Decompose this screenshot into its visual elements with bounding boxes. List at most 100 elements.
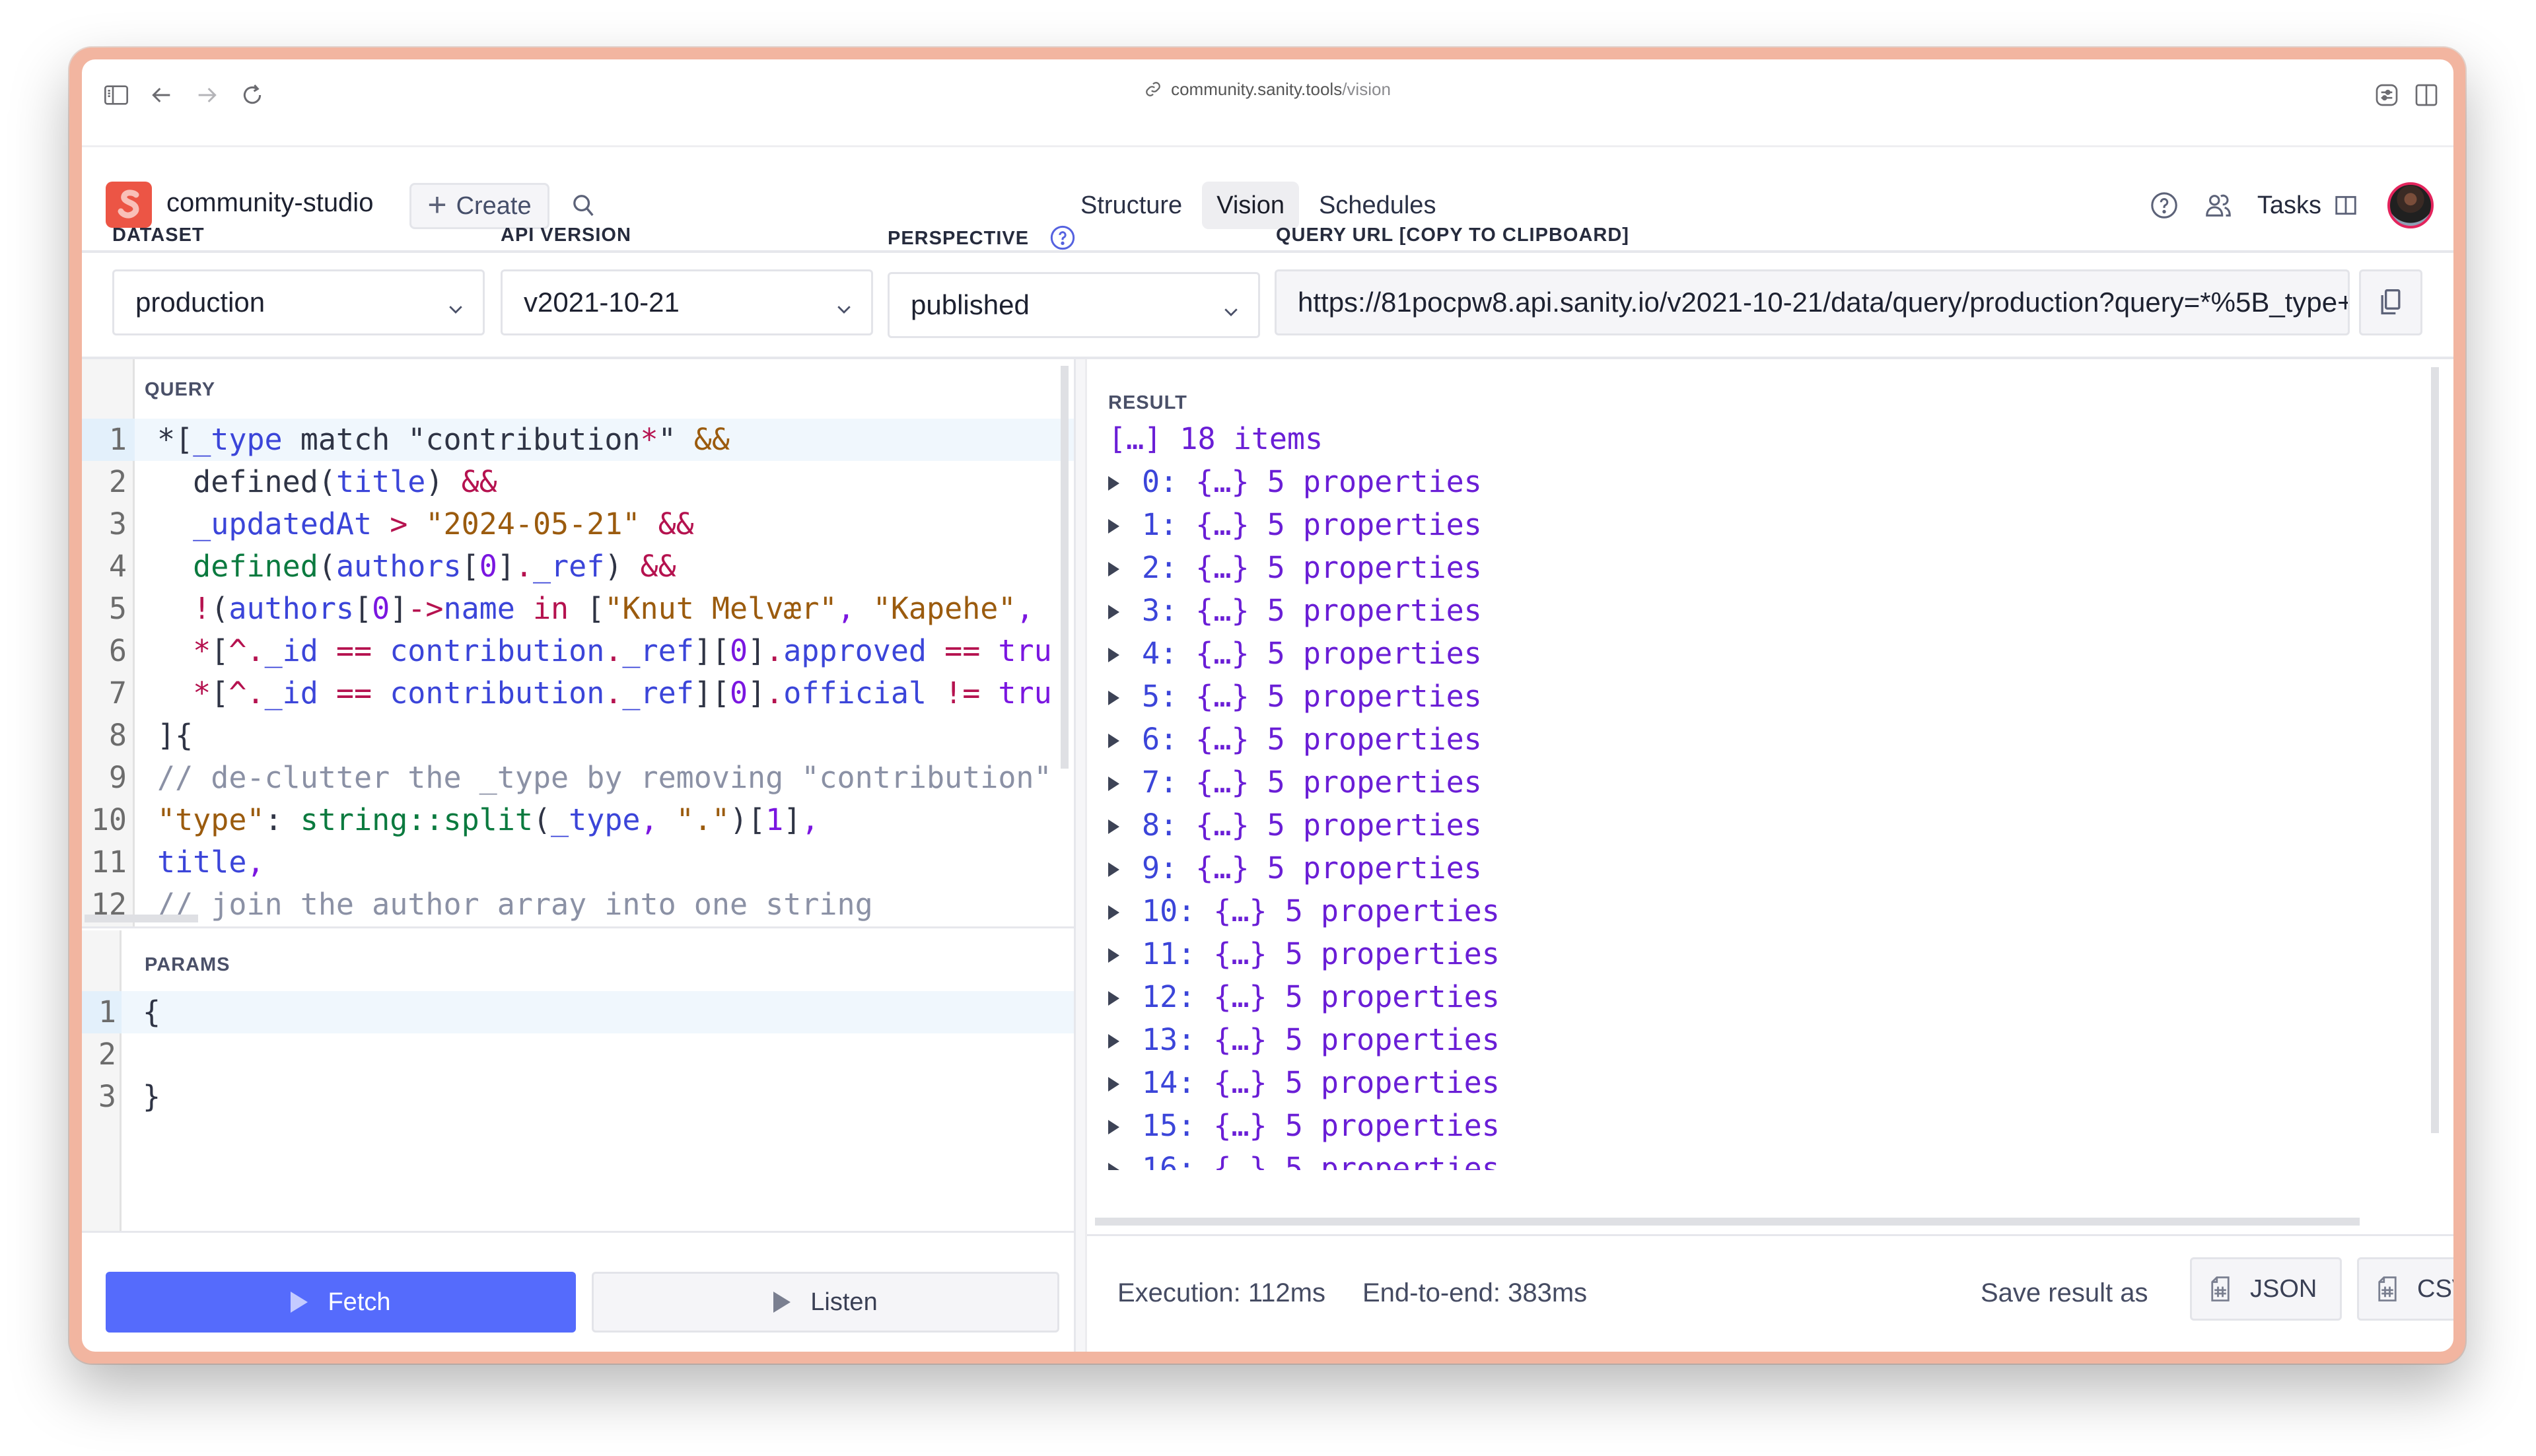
result-item[interactable]: 13: {…} 5 properties xyxy=(1087,1018,2434,1061)
tab-vision[interactable]: Vision xyxy=(1202,182,1299,229)
expand-triangle-icon[interactable] xyxy=(1108,862,1119,877)
code-token: * xyxy=(157,676,211,711)
save-csv-button[interactable]: CSV xyxy=(2357,1257,2453,1321)
result-item[interactable]: 8: {…} 5 properties xyxy=(1087,804,2434,847)
params-line[interactable]: 1{ xyxy=(82,991,1074,1033)
chevron-down-icon xyxy=(446,294,466,314)
expand-triangle-icon[interactable] xyxy=(1108,991,1119,1006)
expand-triangle-icon[interactable] xyxy=(1108,1120,1119,1134)
code-token: && xyxy=(640,549,676,584)
query-line[interactable]: 2 defined(title) && xyxy=(82,461,1074,503)
result-item[interactable]: 4: {…} 5 properties xyxy=(1087,632,2434,675)
split-view-icon[interactable] xyxy=(2413,82,2440,108)
expand-triangle-icon[interactable] xyxy=(1108,562,1119,576)
copy-url-button[interactable] xyxy=(2359,269,2422,335)
expand-triangle-icon[interactable] xyxy=(1108,648,1119,662)
users-icon[interactable] xyxy=(2203,190,2234,221)
url-path: /vision xyxy=(1342,79,1391,99)
extension-settings-icon[interactable] xyxy=(2374,82,2400,108)
query-line[interactable]: 7 *[^._id == contribution._ref][0].offic… xyxy=(82,672,1074,714)
expand-triangle-icon[interactable] xyxy=(1108,777,1119,791)
search-icon[interactable] xyxy=(571,192,597,221)
expand-triangle-icon[interactable] xyxy=(1108,734,1119,748)
code-token: "Knut Melvær" xyxy=(604,591,837,626)
query-url-label[interactable]: QUERY URL [COPY TO CLIPBOARD] xyxy=(1276,225,1629,246)
result-item[interactable]: 9: {…} 5 properties xyxy=(1087,847,2434,889)
tab-schedules[interactable]: Schedules xyxy=(1304,182,1450,229)
query-line[interactable]: 1 *[_type match "contribution*" && xyxy=(82,419,1074,461)
sanity-logo-icon[interactable] xyxy=(106,182,152,228)
query-line[interactable]: 5 !(authors[0]->name in ["Knut Melvær", … xyxy=(82,588,1074,630)
result-item[interactable]: 2: {…} 5 properties xyxy=(1087,546,2434,589)
params-editor[interactable]: PARAMS 1{2 3} xyxy=(82,930,1074,1233)
result-item[interactable]: 10: {…} 5 properties xyxy=(1087,889,2434,932)
result-item[interactable]: 0: {…} 5 properties xyxy=(1087,460,2434,503)
expand-triangle-icon[interactable] xyxy=(1108,905,1119,920)
query-horizontal-scrollbar[interactable] xyxy=(85,915,198,922)
create-button[interactable]: + Create xyxy=(409,183,549,229)
query-vertical-scrollbar[interactable] xyxy=(1061,366,1069,769)
params-code[interactable]: 1{2 3} xyxy=(82,991,1074,1118)
result-item[interactable]: 6: {…} 5 properties xyxy=(1087,718,2434,761)
result-item-key: 2: xyxy=(1142,550,1178,585)
dataset-label: DATASET xyxy=(112,225,205,246)
api-version-select[interactable]: v2021-10-21 xyxy=(501,269,873,335)
perspective-select[interactable]: published xyxy=(888,272,1260,338)
query-code[interactable]: 1 *[_type match "contribution*" && 2 defin… xyxy=(82,419,1074,926)
query-url-field[interactable]: https://81pocpw8.api.sanity.io/v2021-10-… xyxy=(1275,269,2350,335)
result-item-value: {…} 5 properties xyxy=(1195,765,1482,800)
panel-icon xyxy=(2333,193,2358,218)
fetch-button[interactable]: Fetch xyxy=(106,1272,576,1333)
expand-triangle-icon[interactable] xyxy=(1108,1034,1119,1049)
result-item[interactable]: 3: {…} 5 properties xyxy=(1087,589,2434,632)
expand-triangle-icon[interactable] xyxy=(1108,605,1119,619)
code-token: && xyxy=(640,506,694,541)
result-item-key: 4: xyxy=(1142,636,1178,671)
result-item[interactable]: 5: {…} 5 properties xyxy=(1087,675,2434,718)
perspective-help-icon[interactable] xyxy=(1049,225,1076,251)
query-line[interactable]: 9 // de-clutter the _type by removing "co… xyxy=(82,757,1074,799)
result-item-value: {…} 5 properties xyxy=(1213,979,1500,1014)
expand-triangle-icon[interactable] xyxy=(1108,819,1119,834)
pane-resizer[interactable] xyxy=(1074,359,1087,1352)
result-item[interactable]: 16: {…} 5 properties xyxy=(1087,1147,2434,1170)
query-line[interactable]: 10 "type": string::split(_type, ".")[1], xyxy=(82,799,1074,841)
result-horizontal-scrollbar[interactable] xyxy=(1095,1218,2360,1226)
query-editor[interactable]: QUERY 1 *[_type match "contribution*" && 2… xyxy=(82,359,1074,928)
query-line[interactable]: 11 title, xyxy=(82,841,1074,884)
expand-triangle-icon[interactable] xyxy=(1108,1077,1119,1092)
save-json-button[interactable]: JSON xyxy=(2190,1257,2342,1321)
query-line[interactable]: 3 _updatedAt > "2024-05-21" && xyxy=(82,503,1074,545)
query-line[interactable]: 6 *[^._id == contribution._ref][0].appro… xyxy=(82,630,1074,672)
code-token: in xyxy=(514,591,587,626)
query-line[interactable]: 8]{ xyxy=(82,714,1074,757)
result-summary[interactable]: […] 18 items xyxy=(1087,417,2434,460)
result-item[interactable]: 7: {…} 5 properties xyxy=(1087,761,2434,804)
result-vertical-scrollbar[interactable] xyxy=(2431,367,2439,1133)
address-bar[interactable]: community.sanity.tools/vision xyxy=(82,79,2453,100)
expand-triangle-icon[interactable] xyxy=(1108,691,1119,705)
studio-name[interactable]: community-studio xyxy=(166,188,373,218)
query-line[interactable]: 4 defined(authors[0]._ref) && xyxy=(82,545,1074,588)
expand-triangle-icon[interactable] xyxy=(1108,948,1119,963)
expand-triangle-icon[interactable] xyxy=(1108,476,1119,491)
query-line[interactable]: 12// join the author array into one stri… xyxy=(82,884,1074,926)
tasks-button[interactable]: Tasks xyxy=(2257,191,2358,220)
expand-triangle-icon[interactable] xyxy=(1108,519,1119,534)
result-item[interactable]: 14: {…} 5 properties xyxy=(1087,1061,2434,1104)
code-token: )[ xyxy=(729,802,766,837)
user-avatar[interactable] xyxy=(2387,182,2434,228)
code-token: string::split xyxy=(300,802,533,837)
result-item[interactable]: 15: {…} 5 properties xyxy=(1087,1104,2434,1147)
result-item[interactable]: 1: {…} 5 properties xyxy=(1087,503,2434,546)
expand-triangle-icon[interactable] xyxy=(1108,1163,1119,1170)
listen-button[interactable]: Listen xyxy=(592,1272,1059,1333)
params-line[interactable]: 3} xyxy=(82,1076,1074,1118)
dataset-select[interactable]: production xyxy=(112,269,485,335)
result-item[interactable]: 11: {…} 5 properties xyxy=(1087,932,2434,975)
params-line[interactable]: 2 xyxy=(82,1033,1074,1076)
result-item[interactable]: 12: {…} 5 properties xyxy=(1087,975,2434,1018)
tab-structure[interactable]: Structure xyxy=(1066,182,1197,229)
help-icon[interactable] xyxy=(2149,190,2179,221)
code-token: ^. xyxy=(229,633,265,668)
